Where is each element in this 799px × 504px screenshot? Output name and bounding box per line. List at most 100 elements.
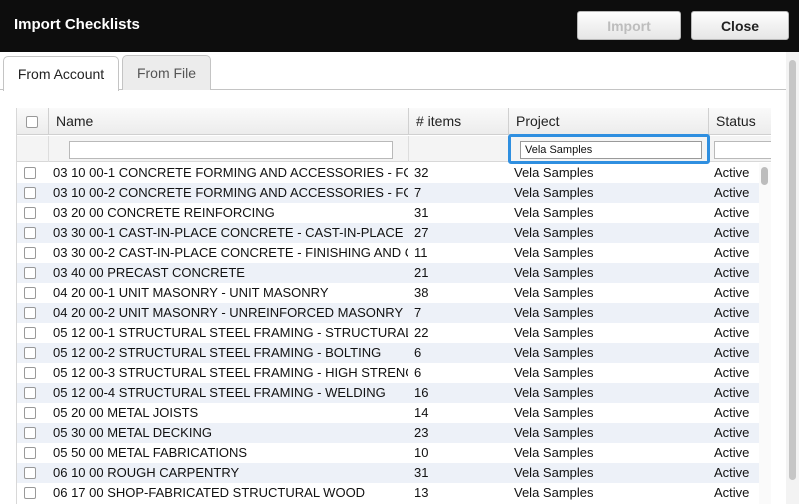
row-item-count: 38: [414, 285, 429, 300]
row-checkbox[interactable]: [24, 307, 36, 319]
table-scrollbar[interactable]: [759, 163, 771, 504]
dialog-title: Import Checklists: [14, 16, 140, 33]
row-checkbox[interactable]: [24, 227, 36, 239]
status-filter-input[interactable]: [714, 141, 771, 159]
row-name: 06 10 00 ROUGH CARPENTRY: [53, 465, 240, 480]
row-status: Active: [714, 405, 750, 420]
table-row[interactable]: 03 20 00 CONCRETE REINFORCING 31 Vela Samp…: [17, 203, 759, 223]
row-status: Active: [714, 165, 750, 180]
row-project: Vela Samples: [514, 265, 594, 280]
row-name: 05 30 00 METAL DECKING: [53, 425, 212, 440]
select-all-checkbox[interactable]: [26, 116, 38, 128]
column-header-project[interactable]: Project: [509, 108, 709, 135]
row-name: 03 10 00-1 CONCRETE FORMING AND ACCESSOR…: [53, 165, 408, 180]
table-header: Name # items Project Status: [17, 108, 771, 135]
column-header-name[interactable]: Name: [49, 108, 409, 135]
row-status: Active: [714, 245, 750, 260]
row-name: 04 20 00-1 UNIT MASONRY - UNIT MASONRY: [53, 285, 329, 300]
table-row[interactable]: 06 10 00 ROUGH CARPENTRY 31 Vela Samples Ac…: [17, 463, 759, 483]
row-project: Vela Samples: [514, 385, 594, 400]
row-name: 05 12 00-2 STRUCTURAL STEEL FRAMING - BO…: [53, 345, 382, 360]
row-name: 03 30 00-2 CAST-IN-PLACE CONCRETE - FINI…: [53, 245, 408, 260]
table-row[interactable]: 03 30 00-1 CAST-IN-PLACE CONCRETE - CAST…: [17, 223, 759, 243]
row-item-count: 7: [414, 305, 422, 320]
row-item-count: 14: [414, 405, 429, 420]
close-button[interactable]: Close: [691, 11, 789, 40]
row-checkbox[interactable]: [24, 387, 36, 399]
column-header-status[interactable]: Status: [709, 108, 771, 135]
row-checkbox[interactable]: [24, 247, 36, 259]
tab-strip: From Account From File: [0, 52, 799, 91]
row-name: 03 20 00 CONCRETE REINFORCING: [53, 205, 275, 220]
row-name: 06 17 00 SHOP-FABRICATED STRUCTURAL WOOD: [53, 485, 366, 500]
table-row[interactable]: 03 10 00-2 CONCRETE FORMING AND ACCESSOR…: [17, 183, 759, 203]
row-checkbox[interactable]: [24, 327, 36, 339]
row-item-count: 6: [414, 365, 422, 380]
table-row[interactable]: 04 20 00-2 UNIT MASONRY - UNREINFORCED M…: [17, 303, 759, 323]
row-checkbox[interactable]: [24, 287, 36, 299]
row-project: Vela Samples: [514, 185, 594, 200]
dialog-scroll-thumb[interactable]: [789, 60, 796, 480]
row-checkbox[interactable]: [24, 487, 36, 499]
tab-from-file[interactable]: From File: [122, 55, 211, 90]
row-status: Active: [714, 265, 750, 280]
row-checkbox[interactable]: [24, 207, 36, 219]
table-row[interactable]: 05 12 00-4 STRUCTURAL STEEL FRAMING - WE…: [17, 383, 759, 403]
row-name: 05 12 00-1 STRUCTURAL STEEL FRAMING - ST…: [53, 325, 408, 340]
row-status: Active: [714, 225, 750, 240]
row-status: Active: [714, 385, 750, 400]
row-checkbox[interactable]: [24, 267, 36, 279]
row-item-count: 16: [414, 385, 429, 400]
row-project: Vela Samples: [514, 425, 594, 440]
row-checkbox[interactable]: [24, 467, 36, 479]
table-row[interactable]: 05 12 00-1 STRUCTURAL STEEL FRAMING - ST…: [17, 323, 759, 343]
row-checkbox[interactable]: [24, 187, 36, 199]
table-row[interactable]: 03 30 00-2 CAST-IN-PLACE CONCRETE - FINI…: [17, 243, 759, 263]
row-name: 04 20 00-2 UNIT MASONRY - UNREINFORCED M…: [53, 305, 404, 320]
name-filter-input[interactable]: [69, 141, 393, 159]
select-all-cell: [17, 108, 49, 135]
row-item-count: 11: [414, 245, 428, 260]
dialog-body: From Account From File Name # items Proj…: [0, 52, 799, 504]
table-row[interactable]: 03 10 00-1 CONCRETE FORMING AND ACCESSOR…: [17, 163, 759, 183]
row-status: Active: [714, 185, 750, 200]
table-row[interactable]: 06 17 00 SHOP-FABRICATED STRUCTURAL WOOD…: [17, 483, 759, 503]
table-row[interactable]: 05 30 00 METAL DECKING 23 Vela Samples Acti…: [17, 423, 759, 443]
tab-from-account[interactable]: From Account: [3, 56, 119, 91]
table-row[interactable]: 05 50 00 METAL FABRICATIONS 10 Vela Sample…: [17, 443, 759, 463]
row-project: Vela Samples: [514, 365, 594, 380]
table-scroll-thumb[interactable]: [761, 167, 768, 185]
table-row[interactable]: 05 12 00-3 STRUCTURAL STEEL FRAMING - HI…: [17, 363, 759, 383]
row-project: Vela Samples: [514, 285, 594, 300]
row-project: Vela Samples: [514, 405, 594, 420]
row-checkbox[interactable]: [24, 447, 36, 459]
row-status: Active: [714, 285, 750, 300]
table-row[interactable]: 05 12 00-2 STRUCTURAL STEEL FRAMING - BO…: [17, 343, 759, 363]
table-row[interactable]: 04 20 00-1 UNIT MASONRY - UNIT MASONRY 38…: [17, 283, 759, 303]
row-name: 03 30 00-1 CAST-IN-PLACE CONCRETE - CAST…: [53, 225, 404, 240]
row-project: Vela Samples: [514, 205, 594, 220]
row-item-count: 31: [414, 205, 429, 220]
table-row[interactable]: 05 20 00 METAL JOISTS 14 Vela Samples Activ…: [17, 403, 759, 423]
dialog-scrollbar[interactable]: [786, 52, 799, 504]
project-filter-input[interactable]: Vela Samples: [520, 141, 702, 159]
import-button[interactable]: Import: [577, 11, 681, 40]
row-name: 03 10 00-2 CONCRETE FORMING AND ACCESSOR…: [53, 185, 408, 200]
row-status: Active: [714, 305, 750, 320]
row-status: Active: [714, 465, 750, 480]
row-project: Vela Samples: [514, 445, 594, 460]
row-checkbox[interactable]: [24, 407, 36, 419]
row-checkbox[interactable]: [24, 167, 36, 179]
row-checkbox[interactable]: [24, 367, 36, 379]
filter-spacer: [17, 136, 49, 162]
row-checkbox[interactable]: [24, 347, 36, 359]
row-status: Active: [714, 445, 750, 460]
table-row[interactable]: 03 40 00 PRECAST CONCRETE 21 Vela Samples A…: [17, 263, 759, 283]
row-item-count: 31: [414, 465, 429, 480]
row-project: Vela Samples: [514, 345, 594, 360]
row-checkbox[interactable]: [24, 427, 36, 439]
row-item-count: 10: [414, 445, 429, 460]
row-status: Active: [714, 425, 750, 440]
column-header-items[interactable]: # items: [409, 108, 509, 135]
row-name: 05 50 00 METAL FABRICATIONS: [53, 445, 248, 460]
